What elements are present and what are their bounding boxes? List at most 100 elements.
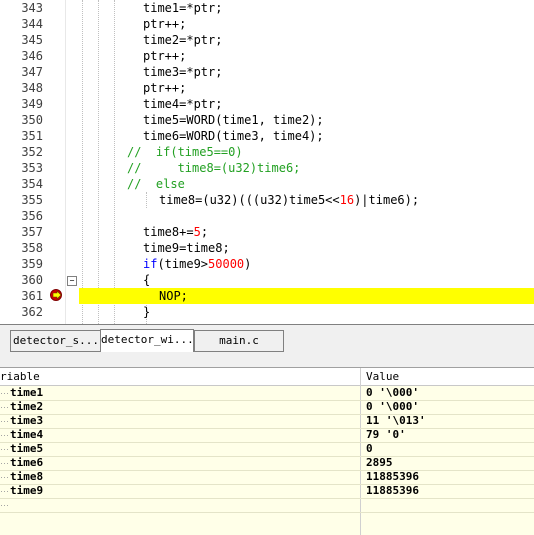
code-text: time8=(u32)(((u32)time5<< — [159, 193, 340, 207]
code-line: time2=*ptr; — [143, 33, 223, 47]
tree-line-icon: ⋯ — [0, 472, 9, 482]
variable-name: time4 — [10, 428, 44, 441]
indent-guide — [98, 0, 99, 324]
watch-row[interactable]: ⋯ time2 0 '\000' — [0, 400, 534, 415]
indent-guide — [146, 192, 147, 208]
tree-line-icon: ⋯ — [0, 486, 9, 496]
code-line: time3=*ptr; — [143, 65, 223, 79]
line-number: 358 — [21, 241, 43, 255]
code-line: time8=(u32)(((u32)time5<<16)|time6); — [159, 192, 419, 208]
variable-value[interactable]: 79 '0' — [366, 428, 406, 442]
number-literal: 5 — [193, 225, 201, 239]
code-text: (time9> — [157, 257, 209, 271]
watch-row[interactable]: ⋯ time1 0 '\000' — [0, 386, 534, 401]
watch-header: riable Value — [0, 368, 534, 386]
breakpoint-margin[interactable] — [48, 0, 66, 324]
variable-value[interactable]: 11 '\013' — [366, 414, 426, 428]
current-line-highlight — [79, 288, 534, 304]
line-number: 348 — [21, 81, 43, 95]
variable-value[interactable]: 11885396 — [366, 484, 419, 498]
watch-row[interactable]: ⋯ time9 11885396 — [0, 484, 534, 499]
indent-guide — [82, 0, 83, 324]
watch-row-empty[interactable]: ⋯ — [0, 498, 534, 513]
variable-value[interactable]: 11885396 — [366, 470, 419, 484]
line-number: 351 — [21, 129, 43, 143]
keyword: if — [143, 257, 158, 271]
code-line: time6=WORD(time3, time4); — [143, 129, 324, 143]
watch-row[interactable]: ⋯ time4 79 '0' — [0, 428, 534, 443]
code-line: NOP; — [159, 289, 188, 303]
line-number: 352 — [21, 145, 43, 159]
line-number: 362 — [21, 305, 43, 319]
line-number: 356 — [21, 209, 43, 223]
tree-line-icon: ⋯ — [0, 430, 9, 440]
indent-guide — [114, 0, 115, 324]
watch-row[interactable]: ⋯ time8 11885396 — [0, 470, 534, 485]
panel-splitter[interactable] — [0, 355, 534, 368]
tab-detector-s[interactable]: detector_s... — [10, 330, 102, 352]
code-line: time5=WORD(time1, time2); — [143, 113, 324, 127]
line-number: 360 — [21, 273, 43, 287]
code-line: time4=*ptr; — [143, 97, 223, 111]
tab-main-c[interactable]: main.c — [194, 330, 284, 352]
tab-detector-wi[interactable]: detector_wi... — [100, 329, 194, 352]
line-number: 347 — [21, 65, 43, 79]
variable-value[interactable]: 0 — [366, 442, 373, 456]
code-editor[interactable]: 343 344 345 346 347 348 349 350 351 352 … — [0, 0, 534, 324]
code-line: ptr++; — [143, 49, 187, 63]
variable-value[interactable]: 0 '\000' — [366, 400, 419, 414]
line-number: 359 — [21, 257, 43, 271]
line-number: 357 — [21, 225, 43, 239]
collapse-toggle[interactable]: − — [67, 276, 77, 286]
line-number-gutter: 343 344 345 346 347 348 349 350 351 352 … — [0, 0, 48, 324]
variable-value[interactable]: 2895 — [366, 456, 393, 470]
watch-window[interactable]: riable Value ⋯ time1 0 '\000' ⋯ time2 0 '\00… — [0, 368, 534, 535]
watch-row[interactable]: ⋯ time5 0 — [0, 442, 534, 457]
number-literal: 50000 — [208, 257, 245, 271]
comment-line: // else — [127, 177, 185, 191]
code-line: ptr++; — [143, 81, 187, 95]
tree-line-icon: ⋯ — [0, 388, 9, 398]
column-header-variable[interactable]: riable — [0, 368, 40, 385]
tree-line-icon: ⋯ — [0, 402, 9, 412]
variable-value[interactable]: 0 '\000' — [366, 386, 419, 400]
file-tab-bar: detector_s... detector_wi... main.c — [0, 324, 534, 356]
variable-name: time5 — [10, 442, 44, 455]
variable-name: time8 — [10, 470, 44, 483]
code-line: time9=time8; — [143, 241, 230, 255]
code-text: )|time6); — [354, 193, 420, 207]
code-text: ) — [244, 257, 252, 271]
watch-row[interactable]: ⋯ time3 11 '\013' — [0, 414, 534, 429]
line-number: 345 — [21, 33, 43, 47]
variable-name: time1 — [10, 386, 44, 399]
line-number: 354 — [21, 177, 43, 191]
column-header-value[interactable]: Value — [366, 368, 399, 385]
tree-line-icon: ⋯ — [0, 500, 9, 510]
variable-name: time2 — [10, 400, 44, 413]
tree-line-icon: ⋯ — [0, 458, 9, 468]
code-line: time8+=5; — [143, 224, 208, 240]
line-number: 361 — [21, 289, 43, 303]
code-line: { — [143, 273, 151, 287]
watch-row[interactable]: ⋯ time6 2895 — [0, 456, 534, 471]
tree-line-icon: ⋯ — [0, 416, 9, 426]
code-line: time1=*ptr; — [143, 1, 223, 15]
code-text: time8+= — [143, 225, 194, 239]
comment-line: // if(time5==0) — [127, 145, 243, 159]
code-line: } — [143, 305, 151, 319]
line-number: 346 — [21, 49, 43, 63]
line-number: 353 — [21, 161, 43, 175]
variable-name: time6 — [10, 456, 44, 469]
number-literal: 16 — [339, 193, 355, 207]
line-number: 343 — [21, 1, 43, 15]
code-line: ptr++; — [143, 17, 187, 31]
variable-name: time9 — [10, 484, 44, 497]
code-line: if(time9>50000) — [143, 256, 251, 272]
variable-name: time3 — [10, 414, 44, 427]
line-number: 349 — [21, 97, 43, 111]
line-number: 355 — [21, 193, 43, 207]
current-line-arrow-icon — [50, 289, 62, 301]
line-number: 344 — [21, 17, 43, 31]
tree-line-icon: ⋯ — [0, 444, 9, 454]
code-text: ; — [200, 225, 209, 239]
